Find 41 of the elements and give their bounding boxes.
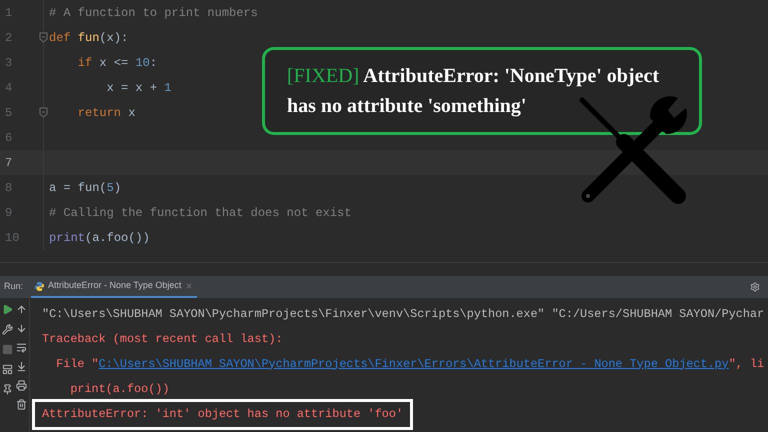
code-line: print(a.foo()): [49, 230, 150, 246]
up-arrow-icon[interactable]: [16, 304, 28, 315]
code-line: a = fun(5): [49, 180, 122, 196]
line-number: 2: [5, 30, 12, 46]
console-line: File "C:\Users\SHUBHAM SAYON\PycharmProjects\Finxer\Errors\AttributeError - None Type Object.py", li: [55, 356, 764, 373]
trash-icon[interactable]: [16, 399, 28, 410]
error-message: AttributeError: 'int' object has no attribute 'foo': [32, 398, 414, 430]
line-number: 9: [5, 204, 12, 222]
layout-icon[interactable]: [2, 364, 13, 375]
line-number: 1: [5, 4, 12, 22]
fold-marker-icon[interactable]: [39, 107, 48, 118]
console-line: Traceback (most recent call last):: [42, 330, 283, 348]
code-line: return x: [76, 104, 136, 122]
soft-wrap-icon[interactable]: [16, 342, 28, 353]
code-line: x = x + 1: [106, 80, 172, 96]
file-link[interactable]: C:\Users\SHUBHAM SAYON\PycharmProjects\Finxer\Errors\AttributeError - None Type Object.py: [98, 356, 729, 371]
down-arrow-icon[interactable]: [16, 323, 28, 334]
scroll-to-end-icon[interactable]: [16, 361, 28, 372]
code-line: def fun(x):: [49, 30, 128, 46]
python-logo-icon: [35, 282, 44, 290]
console-line: print(a.foo()): [69, 380, 170, 398]
settings-icon[interactable]: [750, 282, 760, 292]
line-number: 10: [5, 230, 20, 246]
print-icon[interactable]: [16, 380, 28, 391]
line-number: 5: [5, 104, 12, 122]
code-line: # A function to print numbers: [49, 4, 258, 22]
code-line: # Calling the function that does not exist: [49, 204, 352, 222]
line-number: 4: [5, 80, 12, 96]
pin-icon[interactable]: [2, 384, 13, 395]
tools-icon: [578, 96, 690, 206]
run-icon[interactable]: [2, 304, 13, 315]
fold-marker-icon[interactable]: [39, 32, 48, 43]
banner-title: [FIXED] AttributeError: 'NoneType' object has no attribute 'something': [287, 64, 660, 119]
line-number: 3: [5, 54, 12, 72]
run-label: Run:: [4, 280, 24, 294]
line-number: 8: [5, 180, 12, 196]
line-number: 6: [5, 130, 12, 146]
code-line: if x <= 10:: [76, 54, 158, 72]
console-line: "C:\Users\SHUBHAM SAYON\PycharmProjects\Finxer\venv\Scripts\python.exe" "C:/Users/SHUBHAM SAYON/Pychar: [42, 306, 764, 323]
wrench-icon[interactable]: [2, 324, 13, 335]
line-number: 7: [5, 154, 12, 172]
